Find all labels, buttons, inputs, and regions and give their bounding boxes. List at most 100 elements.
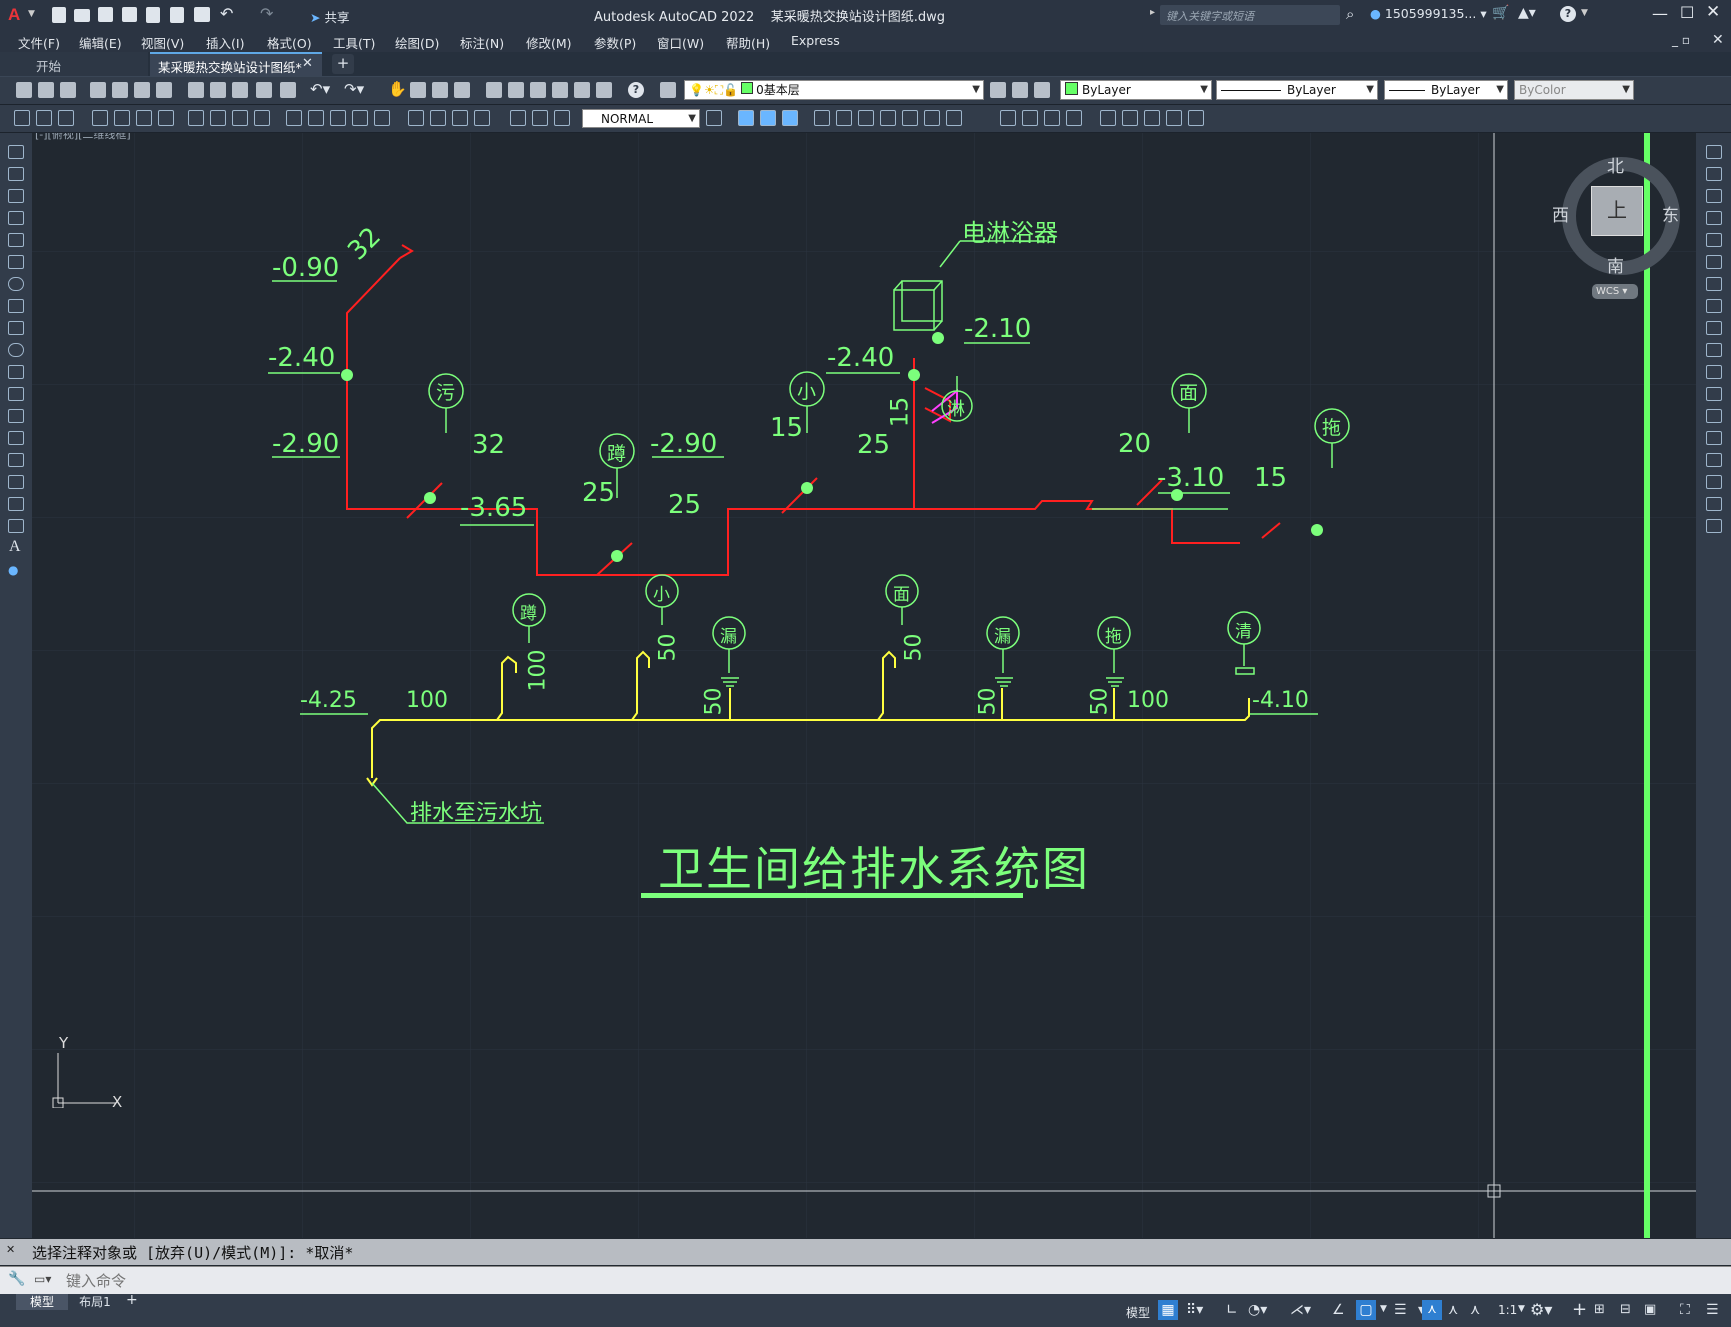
undo-toolbar-icon[interactable]: ↶▾ [310, 80, 330, 98]
paste-icon[interactable] [232, 82, 248, 98]
lineweight-combo[interactable]: ByLayer ▼ [1384, 80, 1508, 100]
matchprop-icon[interactable] [256, 82, 272, 98]
dim-space-icon[interactable] [352, 110, 368, 126]
point-icon[interactable] [8, 431, 24, 445]
osnap-icon[interactable]: ▢ [1356, 1300, 1376, 1320]
add-selected-icon[interactable]: ● [8, 563, 18, 577]
wcs-menu[interactable]: WCS ▾ [1592, 284, 1638, 299]
boundary-icon[interactable] [1066, 110, 1082, 126]
plotstyle-combo[interactable]: ByColor ▼ [1514, 80, 1634, 100]
scale-dropdown-icon[interactable]: ▼ [1518, 1304, 1525, 1314]
make-block-icon[interactable] [8, 409, 24, 423]
dim-break-icon[interactable] [374, 110, 390, 126]
viewcube-top-face[interactable]: 上 [1591, 186, 1643, 236]
units-icon[interactable]: ⊞ [1594, 1302, 1605, 1317]
customize-icon[interactable]: 🔧 [8, 1271, 25, 1287]
dim-update-icon[interactable] [554, 110, 570, 126]
layer-previous-icon[interactable] [1012, 82, 1028, 98]
add-layout-button[interactable]: + [126, 1292, 138, 1308]
inspection-icon[interactable] [452, 110, 468, 126]
dim-arc-icon[interactable] [136, 110, 152, 126]
menu-insert[interactable]: 插入(I) [206, 33, 244, 52]
import-icon[interactable] [146, 7, 160, 23]
save-icon[interactable] [98, 7, 113, 22]
redo-icon[interactable]: ↷ [260, 4, 273, 23]
search-icon[interactable]: ⌕ [1346, 5, 1354, 23]
dim-linear-icon[interactable] [92, 110, 108, 126]
tool-palettes-icon[interactable] [530, 82, 546, 98]
revision-cloud-icon[interactable] [8, 299, 24, 313]
command-grip[interactable]: ✕ [6, 1243, 15, 1256]
dim-angular-icon[interactable] [254, 110, 270, 126]
annotate2-icon[interactable] [36, 110, 52, 126]
autoscale-icon[interactable]: ⋏ [1448, 1302, 1458, 1318]
copy-icon[interactable] [210, 82, 226, 98]
snap-icon[interactable]: ⠿▾ [1186, 1302, 1203, 1318]
group-bbox-icon[interactable] [1188, 110, 1204, 126]
line-icon[interactable] [8, 145, 24, 159]
chamfer-icon[interactable] [1706, 453, 1722, 467]
ellipse-icon[interactable] [8, 343, 24, 357]
revcloud-icon[interactable] [1022, 110, 1038, 126]
tab-start[interactable]: 开始 [0, 52, 148, 76]
group-select-icon[interactable] [1166, 110, 1182, 126]
cut-icon[interactable] [188, 82, 204, 98]
recent-commands-icon[interactable]: ▭▾ [34, 1272, 51, 1286]
minimize-button[interactable]: — [1652, 4, 1668, 23]
zoom-window-icon[interactable] [432, 82, 448, 98]
mirror-icon[interactable] [1706, 189, 1722, 203]
command-line[interactable]: 🔧 ▭▾ [0, 1266, 1731, 1295]
frames-icon[interactable] [902, 110, 918, 126]
scale-icon[interactable] [1706, 299, 1722, 313]
command-input[interactable] [64, 1270, 1718, 1293]
hatch-icon[interactable] [8, 453, 24, 467]
properties-icon[interactable] [486, 82, 502, 98]
zoom-realtime-icon[interactable] [410, 82, 426, 98]
fillet-icon[interactable] [1706, 475, 1722, 489]
break-point-icon[interactable] [1706, 387, 1722, 401]
workspace-gear-icon[interactable]: ⚙▾ [1530, 1300, 1552, 1319]
make-current-icon[interactable] [990, 82, 1006, 98]
tab-drawing[interactable]: 某采暖热交换站设计图纸* ✕ [150, 52, 322, 76]
save-file-icon[interactable] [60, 82, 76, 98]
polar-icon[interactable]: ◔▾ [1248, 1302, 1267, 1318]
search-box[interactable]: ▸ 键入关键字或短语 [1150, 5, 1340, 25]
wipeout-icon[interactable] [1000, 110, 1016, 126]
erase-icon[interactable] [1706, 145, 1722, 159]
dim-jogged-icon[interactable] [210, 110, 226, 126]
table-icon[interactable] [8, 519, 24, 533]
annotation-scale-icon[interactable]: ⋏ [1470, 1302, 1480, 1318]
explode-icon[interactable] [1706, 519, 1722, 533]
close-button[interactable]: ✕ [1706, 2, 1720, 22]
compass-west[interactable]: 西 [1552, 201, 1569, 226]
autodesk-app-icon[interactable]: ▲▾ [1518, 5, 1536, 21]
saveas-icon[interactable] [122, 7, 137, 22]
model-space-button[interactable]: 模型 [1126, 1304, 1150, 1322]
compass-east[interactable]: 东 [1662, 201, 1679, 226]
layer-state-icon[interactable] [1034, 82, 1050, 98]
tab-model[interactable]: 模型 [16, 1294, 68, 1310]
layer-combo[interactable]: 💡☀⛶🔓 0基本层 ▼ [684, 80, 984, 100]
menu-edit[interactable]: 编辑(E) [79, 33, 122, 52]
menu-format[interactable]: 格式(O) [267, 33, 312, 52]
rotate-icon[interactable] [1706, 277, 1722, 291]
help-dropdown-icon[interactable]: ▼ [1581, 8, 1588, 18]
menu-dimension[interactable]: 标注(N) [460, 33, 504, 52]
3dprint-icon[interactable] [156, 82, 172, 98]
draworder-back-icon[interactable] [760, 110, 776, 126]
tab-layout1[interactable]: 布局1 [70, 1294, 120, 1310]
cart-icon[interactable]: 🛒 [1492, 5, 1509, 21]
underlay-layers-icon[interactable] [946, 110, 962, 126]
menu-parametric[interactable]: 参数(P) [594, 33, 636, 52]
print-icon[interactable] [194, 7, 210, 22]
pan-icon[interactable]: ✋ [388, 80, 407, 98]
insert-block-icon[interactable] [814, 110, 830, 126]
app-menu-arrow-icon[interactable]: ▼ [28, 9, 35, 19]
compass-north[interactable]: 北 [1607, 152, 1624, 177]
menu-modify[interactable]: 修改(M) [526, 33, 572, 52]
stretch-icon[interactable] [1706, 321, 1722, 335]
arc-icon[interactable] [8, 255, 24, 269]
viewport-controls[interactable]: [-][俯视][二维线框] [35, 133, 131, 142]
draworder-above-icon[interactable] [782, 110, 798, 126]
doc-close-button[interactable]: ✕ [1712, 32, 1724, 48]
